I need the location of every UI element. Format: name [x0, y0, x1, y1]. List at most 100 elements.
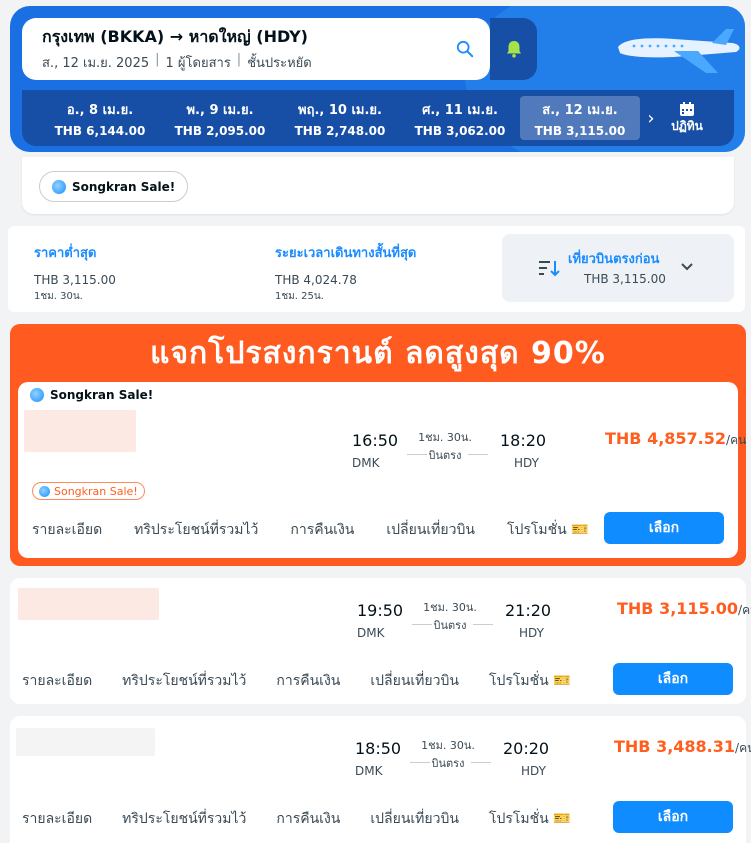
tab-reschedule[interactable]: เปลี่ยนเที่ยวบิน: [370, 670, 459, 692]
promo-ticket-icon: 🎫: [553, 811, 571, 827]
sort-price: THB 3,115.00: [584, 272, 666, 286]
flight-type: บินตรง: [431, 757, 465, 770]
date-price: THB 2,748.00: [294, 123, 386, 138]
tab-promotion[interactable]: โปรโมชั่น 🎫: [489, 808, 571, 830]
tab-reschedule[interactable]: เปลี่ยนเที่ยวบิน: [386, 519, 475, 541]
flight-type: บินตรง: [428, 449, 462, 462]
sort-price: THB 3,115.00: [34, 273, 116, 287]
sort-title: ระยะเวลาเดินทางสั้นที่สุด: [275, 246, 417, 261]
promo-ticket-icon: 🎫: [571, 522, 589, 538]
date-price: THB 6,144.00: [54, 123, 146, 138]
separator: |: [155, 52, 160, 67]
date-option[interactable]: พ., 9 เม.ย. THB 2,095.00: [160, 96, 280, 140]
sort-icon: [539, 261, 560, 277]
tab-benefits[interactable]: ทริประโยชน์ที่รวมไว้: [134, 519, 258, 541]
flight-duration: 1ชม. 30น.: [421, 739, 475, 752]
date-option-selected[interactable]: ส., 12 เม.ย. THB 3,115.00: [520, 96, 640, 140]
tab-benefits[interactable]: ทริประโยชน์ที่รวมไว้: [122, 670, 246, 692]
date-option[interactable]: พฤ., 10 เม.ย. THB 2,748.00: [280, 96, 400, 140]
flight-card[interactable]: 19:50 DMK 1ชม. 30น. บินตรง 21:20 HDY THB…: [10, 578, 751, 704]
departure-time: 19:50: [357, 601, 404, 620]
airline-logo: [16, 728, 155, 756]
price-unit: /คน: [726, 433, 747, 447]
route-line: [473, 624, 493, 625]
arrival-time: 20:20: [503, 739, 550, 758]
sort-bar: ราคาต่ำสุด THB 3,115.00 1ชม. 30น. ระยะเว…: [8, 226, 745, 312]
sale-chip[interactable]: Songkran Sale!: [39, 171, 189, 202]
airplane-illustration: [618, 29, 740, 73]
sort-direct[interactable]: เที่ยวบินตรงก่อน THB 3,115.00: [502, 234, 734, 302]
departure-time: 16:50: [352, 431, 399, 450]
flight-price: THB 3,115.00/คน: [617, 599, 751, 620]
globe-icon: [52, 179, 66, 194]
select-button[interactable]: เลือก: [613, 801, 733, 833]
price-alert-button[interactable]: [490, 18, 537, 80]
calendar-label: ปฏิทิน: [671, 118, 703, 133]
date-day: พ., 9 เม.ย.: [186, 102, 254, 118]
tab-promotion-label: โปรโมชั่น: [488, 811, 549, 827]
sale-chip-label: Songkran Sale!: [72, 179, 176, 194]
tab-refund[interactable]: การคืนเงิน: [276, 670, 340, 692]
airline-logo: [24, 410, 136, 452]
departure-code: DMK: [355, 764, 383, 778]
arrival-code: HDY: [514, 456, 539, 470]
arrival-time: 21:20: [505, 601, 552, 620]
tab-promotion[interactable]: โปรโมชั่น 🎫: [489, 670, 571, 692]
date-option[interactable]: ศ., 11 เม.ย. THB 3,062.00: [400, 96, 520, 140]
sort-price: THB 4,024.78: [275, 273, 357, 287]
date-day: ศ., 11 เม.ย.: [422, 102, 498, 118]
route-line: [471, 762, 491, 763]
sort-shortest[interactable]: ระยะเวลาเดินทางสั้นที่สุด THB 4,024.78 1…: [275, 242, 416, 304]
sort-title: เที่ยวบินตรงก่อน: [568, 252, 660, 267]
route-line: [468, 454, 488, 455]
passenger-text: 1 ผู้โดยสาร: [165, 56, 231, 71]
date-day: พฤ., 10 เม.ย.: [298, 102, 382, 118]
flight-duration: 1ชม. 30น.: [418, 431, 472, 444]
departure-time: 18:50: [355, 739, 402, 758]
price-amount: THB 3,488.31: [614, 737, 736, 756]
flight-tabs: รายละเอียด ทริประโยชน์ที่รวมไว้ การคืนเง…: [22, 808, 571, 830]
arrival-time: 18:20: [500, 431, 547, 450]
calendar-icon: [680, 101, 694, 116]
airline-logo: [18, 588, 159, 620]
globe-icon: [30, 388, 44, 402]
flight-price: THB 3,488.31/คน: [614, 737, 751, 758]
date-day: อ., 8 เม.ย.: [66, 102, 134, 118]
tab-benefits[interactable]: ทริประโยชน์ที่รวมไว้: [122, 808, 246, 830]
date-price: THB 3,115.00: [534, 123, 626, 138]
departure-code: DMK: [357, 626, 385, 640]
date-option[interactable]: อ., 8 เม.ย. THB 6,144.00: [40, 96, 160, 140]
tab-details[interactable]: รายละเอียด: [22, 670, 92, 692]
sale-tag: Songkran Sale!: [30, 388, 153, 402]
departure-code: DMK: [352, 456, 380, 470]
cabin-text: ชั้นประหยัด: [247, 56, 312, 71]
select-button[interactable]: เลือก: [604, 512, 724, 544]
chevron-down-icon: [681, 263, 693, 271]
tab-refund[interactable]: การคืนเงิน: [276, 808, 340, 830]
sort-duration: 1ชม. 25น.: [275, 291, 324, 302]
tab-reschedule[interactable]: เปลี่ยนเที่ยวบิน: [370, 808, 459, 830]
sort-title: ราคาต่ำสุด: [34, 246, 97, 261]
tab-promotion[interactable]: โปรโมชั่น 🎫: [507, 519, 589, 541]
select-button[interactable]: เลือก: [613, 663, 733, 695]
search-summary[interactable]: กรุงเทพ (BKKA) → หาดใหญ่ (HDY) ส., 12 เม…: [22, 18, 490, 80]
price-amount: THB 4,857.52: [605, 429, 727, 448]
price-unit: /คน: [738, 603, 751, 617]
separator: |: [236, 52, 242, 67]
sale-badge: Songkran Sale!: [32, 482, 145, 500]
tab-details[interactable]: รายละเอียด: [32, 519, 102, 541]
arrival-code: HDY: [521, 764, 546, 778]
sort-cheapest[interactable]: ราคาต่ำสุด THB 3,115.00 1ชม. 30น.: [34, 242, 116, 304]
price-amount: THB 3,115.00: [617, 599, 739, 618]
chevron-right-icon[interactable]: ›: [640, 108, 662, 129]
flight-card[interactable]: Songkran Sale! 16:50 DMK 1ชม. 30น. บินตร…: [18, 382, 746, 558]
globe-icon: [39, 485, 50, 497]
search-icon[interactable]: [456, 40, 474, 58]
calendar-button[interactable]: ปฏิทิน: [662, 96, 712, 140]
sort-duration: 1ชม. 30น.: [34, 291, 83, 302]
flight-card[interactable]: 18:50 DMK 1ชม. 30น. บินตรง 20:20 HDY THB…: [10, 716, 751, 843]
sale-filter-bar: Songkran Sale!: [22, 157, 734, 214]
tab-refund[interactable]: การคืนเงิน: [290, 519, 354, 541]
flight-type: บินตรง: [433, 619, 467, 632]
tab-details[interactable]: รายละเอียด: [22, 808, 92, 830]
